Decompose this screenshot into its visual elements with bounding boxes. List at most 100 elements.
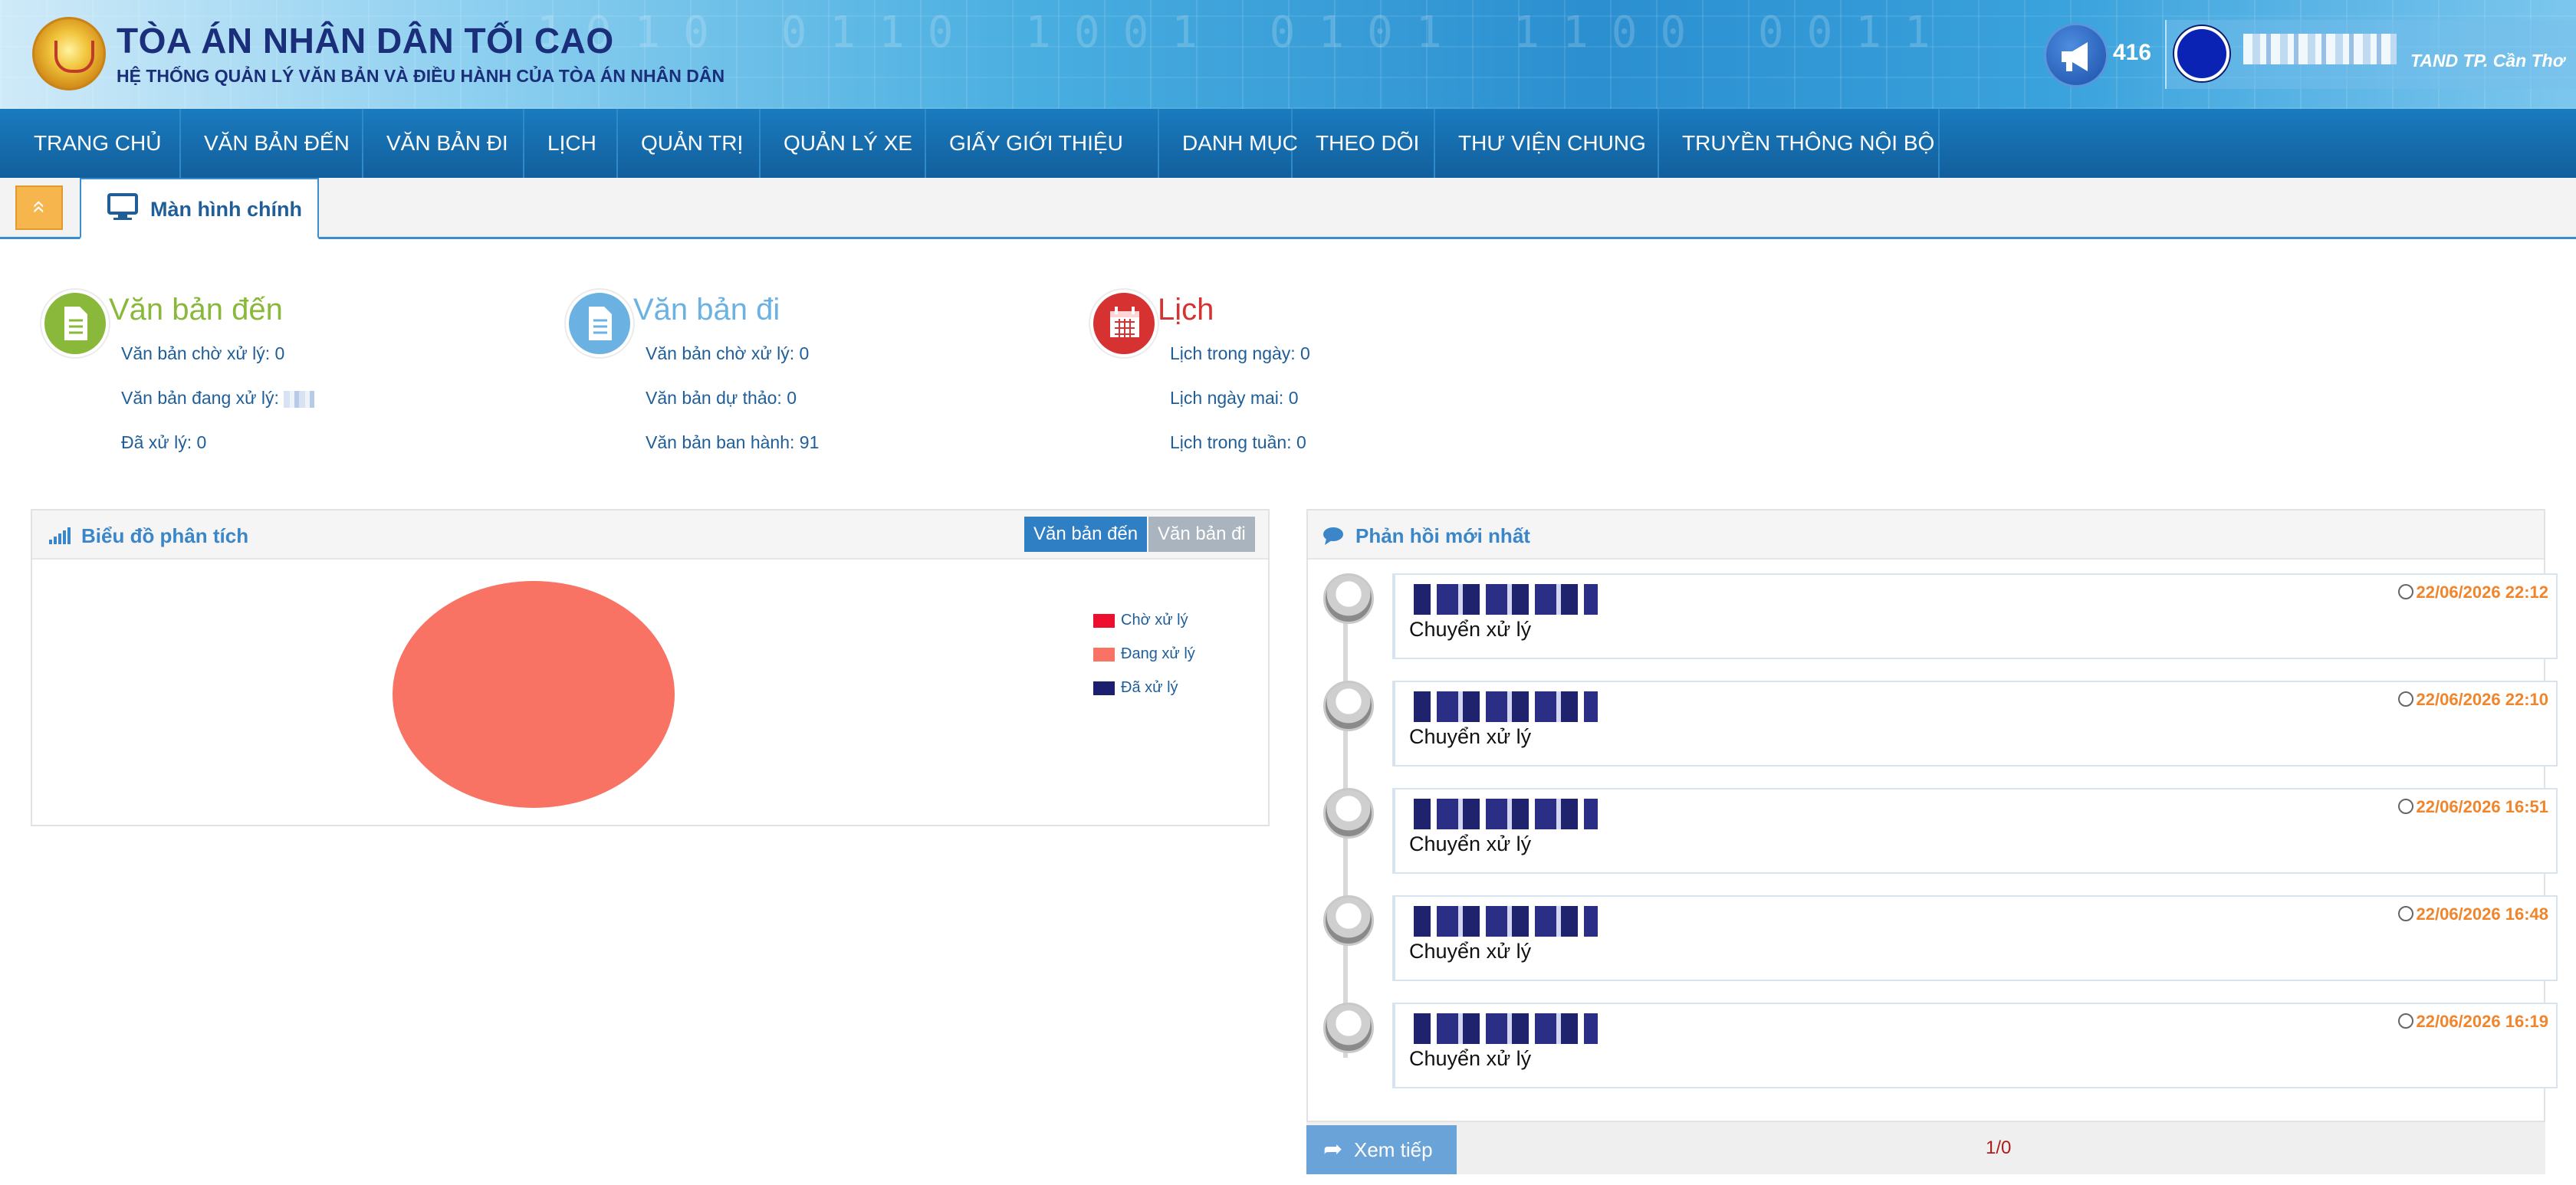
feedback-time: 22/06/2026 22:12: [2397, 583, 2549, 602]
main-nav: TRANG CHỦ VĂN BẢN ĐẾN VĂN BẢN ĐI LỊCH QU…: [0, 109, 2576, 178]
feedback-text: Chuyển xử lý: [1409, 725, 1532, 748]
feedback-time: 22/06/2026 16:51: [2397, 797, 2549, 817]
pager: 1/0: [1986, 1137, 2012, 1158]
user-avatar-icon: [1323, 788, 1374, 839]
feedback-card: Chuyển xử lý 22/06/2026 16:19: [1392, 1003, 2558, 1088]
feedback-card: Chuyển xử lý 22/06/2026 22:10: [1392, 681, 2558, 766]
clock-icon: [2397, 799, 2413, 814]
feedback-panel-title: Phản hồi mới nhất: [1355, 524, 1530, 547]
feedback-time-value: 22/06/2026 16:19: [2416, 1012, 2549, 1031]
nav-item-categories[interactable]: DANH MỤC: [1159, 109, 1298, 178]
summary-incoming: Văn bản đến Văn bản chờ xử lý: 0 Văn bản…: [41, 290, 532, 466]
redacted-sender: [1414, 799, 1598, 829]
view-more-label: Xem tiếp: [1354, 1138, 1433, 1161]
chart-panel-title: Biểu đồ phân tích: [81, 524, 249, 547]
user-unit: TAND TP. Cần Thơ: [2410, 51, 2565, 71]
feedback-time: 22/06/2026 16:19: [2397, 1012, 2549, 1032]
nav-item-tracking[interactable]: THEO DÕI: [1293, 109, 1435, 178]
document-icon: [41, 290, 109, 357]
user-avatar-icon: [1323, 1003, 1374, 1053]
site-title: TÒA ÁN NHÂN DÂN TỐI CAO: [117, 21, 614, 61]
user-avatar-icon: [1323, 573, 1374, 624]
nav-item-internal-news[interactable]: TRUYỀN THÔNG NỘI BỘ: [1659, 109, 1940, 178]
nav-item-introductions[interactable]: GIẤY GIỚI THIỆU: [926, 109, 1159, 178]
redacted-sender: [1414, 906, 1598, 937]
outgoing-issued[interactable]: Văn bản ban hành: 91: [646, 432, 819, 453]
megaphone-icon: [2044, 23, 2108, 87]
banner-decoration: 1010 0110 1001 0101 1100 0011 1010 0110 …: [537, 8, 1993, 57]
redacted-sender: [1414, 584, 1598, 615]
nav-item-home[interactable]: TRANG CHỦ: [0, 109, 181, 178]
nav-item-library[interactable]: THƯ VIỆN CHUNG: [1435, 109, 1659, 178]
tab-main-screen[interactable]: Màn hình chính: [80, 178, 319, 239]
feedback-text: Chuyển xử lý: [1409, 1047, 1532, 1070]
incoming-title[interactable]: Văn bản đến: [109, 293, 283, 327]
user-name: [2243, 34, 2397, 64]
nav-item-calendar[interactable]: LỊCH: [524, 109, 618, 178]
pie-slice[interactable]: [393, 581, 675, 808]
redacted-user-name: [2243, 34, 2397, 64]
view-more-button[interactable]: ➦ Xem tiếp: [1306, 1125, 1457, 1174]
feedback-item[interactable]: Chuyển xử lý 22/06/2026 16:48: [1309, 895, 2558, 984]
feedback-time: 22/06/2026 16:48: [2397, 904, 2549, 924]
summary-outgoing: Văn bản đi Văn bản chờ xử lý: 0 Văn bản …: [566, 290, 1056, 466]
feedback-time-value: 22/06/2026 22:10: [2416, 690, 2549, 709]
feedback-item[interactable]: Chuyển xử lý 22/06/2026 22:10: [1309, 681, 2558, 770]
collapse-button[interactable]: «: [15, 185, 63, 230]
feedback-item[interactable]: Chuyển xử lý 22/06/2026 22:12: [1309, 573, 2558, 662]
outgoing-draft[interactable]: Văn bản dự thảo: 0: [646, 388, 797, 409]
outgoing-pending[interactable]: Văn bản chờ xử lý: 0: [646, 343, 809, 364]
legend-swatch: [1093, 681, 1115, 695]
clock-icon: [2397, 584, 2413, 599]
clock-icon: [2397, 691, 2413, 707]
header-banner: 1010 0110 1001 0101 1100 0011 1010 0110 …: [0, 0, 2576, 109]
signal-bars-icon: [49, 527, 71, 544]
feedback-time-value: 22/06/2026 16:48: [2416, 904, 2549, 924]
calendar-title[interactable]: Lịch: [1158, 293, 1214, 327]
notification-count: 416: [2113, 40, 2152, 65]
feedback-item[interactable]: Chuyển xử lý 22/06/2026 16:19: [1309, 1003, 2558, 1091]
redacted-sender: [1414, 691, 1598, 722]
legend-label: Đã xử lý: [1121, 679, 1178, 696]
tabs-bar: « Màn hình chính: [0, 178, 2576, 239]
site-subtitle: HỆ THỐNG QUẢN LÝ VĂN BẢN VÀ ĐIỀU HÀNH CỦ…: [117, 66, 725, 86]
incoming-processing[interactable]: Văn bản đang xử lý:: [121, 388, 315, 409]
outgoing-title[interactable]: Văn bản đi: [633, 293, 780, 327]
legend-label: Chờ xử lý: [1121, 612, 1188, 629]
legend-label: Đang xử lý: [1121, 645, 1195, 662]
user-avatar-icon: [1323, 681, 1374, 731]
feedback-time: 22/06/2026 22:10: [2397, 690, 2549, 710]
nav-item-admin[interactable]: QUẢN TRỊ: [618, 109, 761, 178]
nav-item-incoming[interactable]: VĂN BẢN ĐẾN: [181, 109, 363, 178]
nav-item-outgoing[interactable]: VĂN BẢN ĐI: [363, 109, 524, 178]
feedback-panel-header: Phản hồi mới nhất: [1308, 510, 2544, 560]
feedback-text: Chuyển xử lý: [1409, 940, 1532, 963]
incoming-processing-label: Văn bản đang xử lý:: [121, 388, 279, 408]
notification-button[interactable]: 416: [2039, 20, 2162, 89]
double-chevron-up-icon: «: [27, 200, 52, 214]
calendar-today[interactable]: Lịch trong ngày: 0: [1170, 343, 1310, 364]
tab-main-label: Màn hình chính: [150, 198, 302, 221]
feedback-text: Chuyển xử lý: [1409, 832, 1532, 855]
monitor-icon: [107, 193, 138, 220]
toggle-outgoing-button[interactable]: Văn bản đi: [1148, 517, 1255, 552]
pie-chart: [393, 581, 675, 808]
nav-item-vehicles[interactable]: QUẢN LÝ XE: [761, 109, 926, 178]
calendar-tomorrow[interactable]: Lịch ngày mai: 0: [1170, 388, 1298, 409]
user-menu[interactable]: TAND TP. Cần Thơ: [2165, 20, 2576, 89]
calendar-week[interactable]: Lịch trong tuần: 0: [1170, 432, 1306, 453]
feedback-item[interactable]: Chuyển xử lý 22/06/2026 16:51: [1309, 788, 2558, 877]
feedback-time-value: 22/06/2026 16:51: [2416, 797, 2549, 816]
feedback-footer: ➦ Xem tiếp 1/0: [1306, 1121, 2545, 1174]
court-emblem-icon: [32, 17, 106, 90]
redacted-count: [284, 390, 315, 408]
chart-panel-header: Biểu đồ phân tích Văn bản đến Văn bản đi: [32, 510, 1268, 560]
share-arrow-icon: ➦: [1323, 1137, 1343, 1162]
toggle-incoming-button[interactable]: Văn bản đến: [1024, 517, 1148, 552]
clock-icon: [2397, 1013, 2413, 1029]
incoming-done[interactable]: Đã xử lý: 0: [121, 432, 206, 453]
feedback-time-value: 22/06/2026 22:12: [2416, 583, 2549, 602]
incoming-pending[interactable]: Văn bản chờ xử lý: 0: [121, 343, 284, 364]
chart-panel: Biểu đồ phân tích Văn bản đến Văn bản đi…: [31, 509, 1270, 826]
summary-calendar: Lịch Lịch trong ngày: 0 Lịch ngày mai: 0…: [1090, 290, 1581, 466]
